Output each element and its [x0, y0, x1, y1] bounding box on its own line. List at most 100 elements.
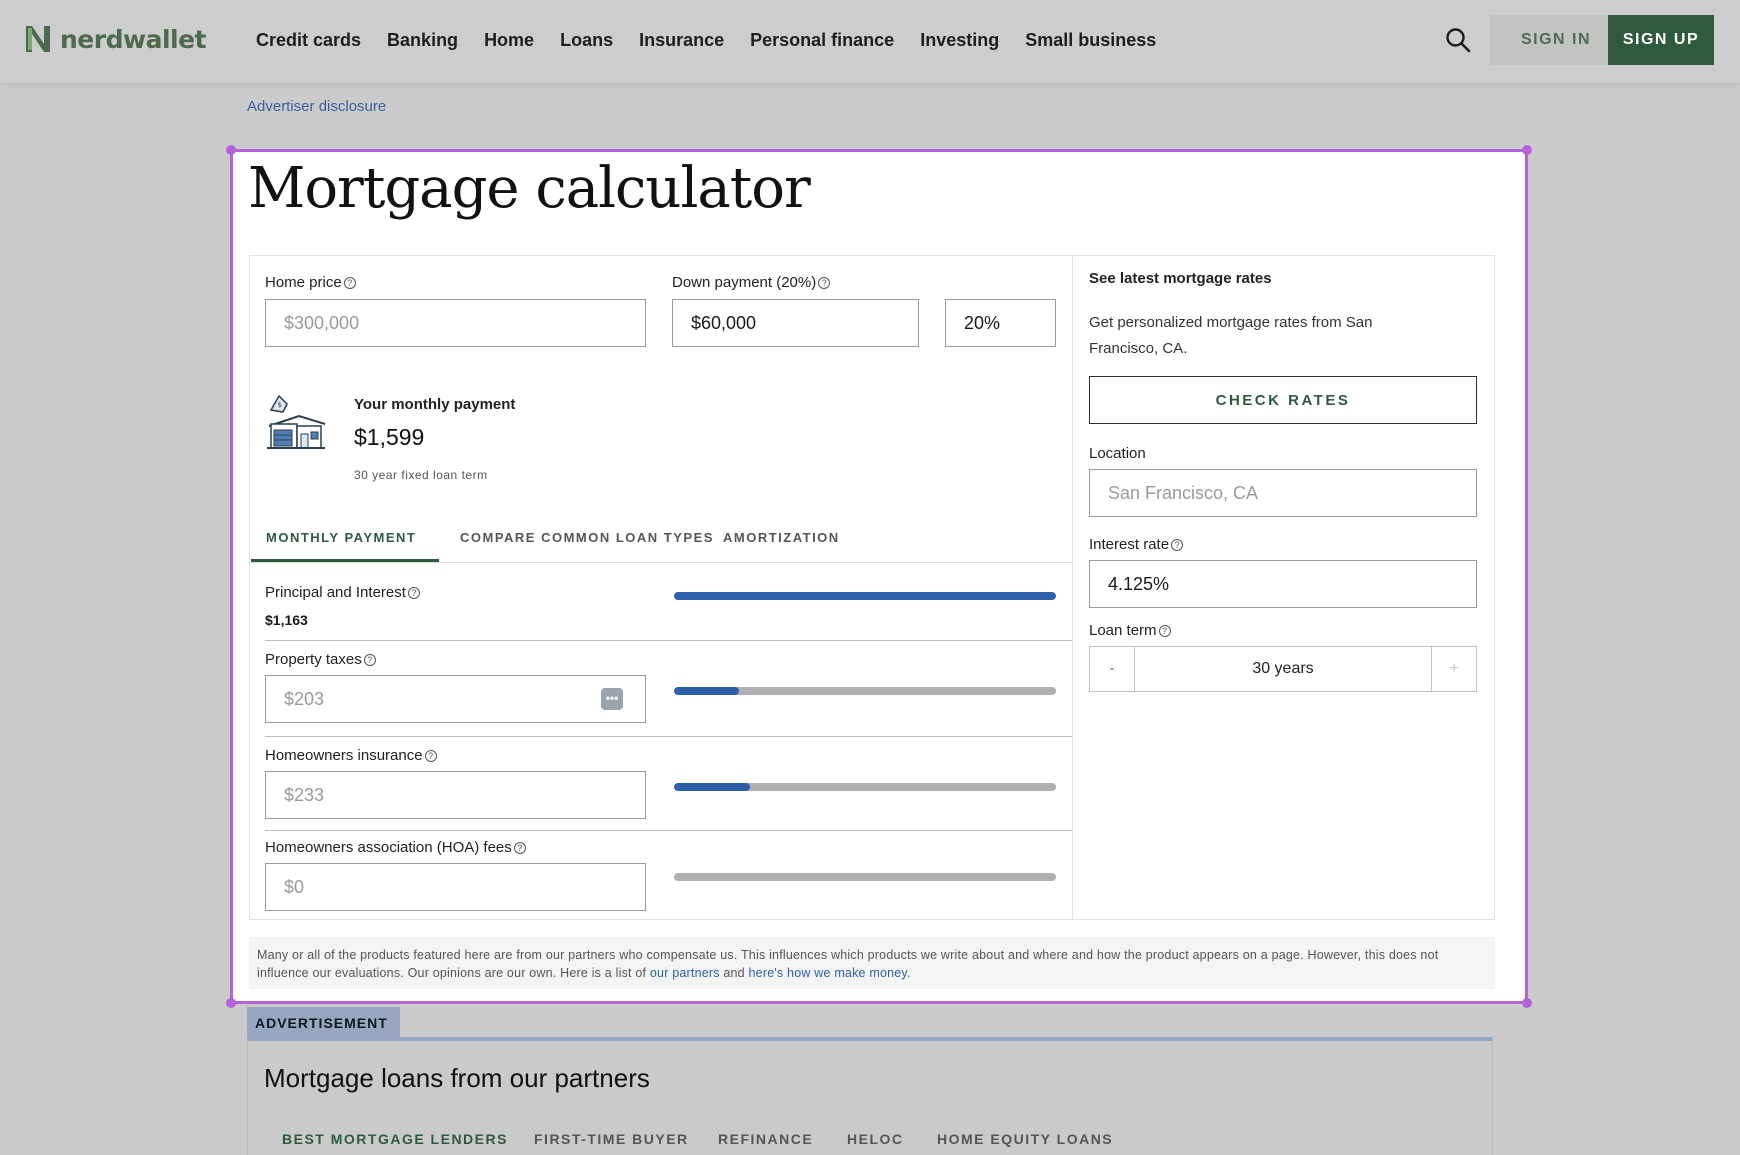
help-icon[interactable]: ?	[513, 842, 526, 854]
help-icon[interactable]: ?	[818, 277, 831, 289]
advertiser-disclosure-link[interactable]: Advertiser disclosure	[247, 98, 386, 115]
search-icon[interactable]	[1444, 26, 1472, 54]
nerdwallet-logo[interactable]: nerdwallet	[24, 24, 207, 54]
check-rates-button[interactable]: CHECK RATES	[1089, 376, 1477, 424]
help-icon[interactable]: ?	[1158, 625, 1171, 637]
principal-interest-value: $1,163	[265, 612, 308, 628]
loan-term-caption: 30 year fixed loan term	[354, 468, 488, 482]
interest-rate-input[interactable]: 4.125%	[1089, 560, 1477, 608]
decrease-term-button[interactable]: -	[1090, 647, 1135, 691]
our-partners-link[interactable]: our partners	[650, 966, 720, 980]
latest-rates-description: Get personalized mortgage rates from San…	[1089, 314, 1373, 357]
partner-disclosure-note: Many or all of the products featured her…	[249, 937, 1495, 989]
latest-rates-title: See latest mortgage rates	[1089, 270, 1272, 287]
mortgage-calculator: Mortgage calculator Home price? $300,000…	[226, 145, 1532, 1008]
nav-loans[interactable]: Loans	[560, 30, 613, 51]
sign-up-button[interactable]: SIGN UP	[1608, 15, 1714, 65]
how-we-make-money-link[interactable]: here's how we make money	[749, 966, 907, 980]
row-divider	[265, 736, 1072, 737]
down-payment-label: Down payment (20%)?	[672, 274, 831, 291]
tab-best-mortgage-lenders[interactable]: BEST MORTGAGE LENDERS	[282, 1131, 508, 1147]
tab-first-time-buyer[interactable]: FIRST-TIME BUYER	[534, 1131, 689, 1147]
property-taxes-label: Property taxes?	[265, 651, 376, 668]
house-icon: $	[267, 394, 326, 449]
column-divider	[1072, 256, 1073, 919]
more-options-icon[interactable]: •••	[601, 688, 623, 710]
active-tab-indicator	[251, 559, 439, 562]
homeowners-insurance-bar-fill	[674, 783, 751, 791]
disclosure-and: and	[723, 966, 745, 980]
tab-home-equity-loans[interactable]: HOME EQUITY LOANS	[937, 1131, 1113, 1147]
down-payment-amount-input[interactable]: $60,000	[672, 299, 919, 347]
sign-in-button[interactable]: SIGN IN	[1490, 15, 1622, 65]
principal-interest-bar	[674, 592, 1056, 600]
selection-handle-top-left[interactable]	[226, 145, 236, 155]
page-title: Mortgage calculator	[248, 156, 811, 221]
help-icon[interactable]: ?	[424, 750, 437, 762]
nav-investing[interactable]: Investing	[920, 30, 999, 51]
down-payment-label-text: Down payment (20%)	[672, 274, 817, 291]
loan-term-label-text: Loan term	[1089, 622, 1157, 639]
tab-compare-loan-types[interactable]: COMPARE COMMON LOAN TYPES	[460, 530, 714, 545]
interest-rate-label: Interest rate?	[1089, 536, 1184, 553]
main-nav: Credit cards Banking Home Loans Insuranc…	[256, 0, 1156, 80]
partner-loans-section: Mortgage loans from our partners BEST MO…	[247, 1037, 1493, 1155]
nav-banking[interactable]: Banking	[387, 30, 458, 51]
monthly-payment-amount: $1,599	[354, 424, 425, 450]
property-taxes-bar-fill	[674, 687, 739, 695]
help-icon[interactable]: ?	[407, 587, 420, 599]
homeowners-insurance-label-text: Homeowners insurance	[265, 747, 423, 764]
principal-interest-bar-fill	[674, 592, 1056, 600]
hoa-fees-bar	[674, 873, 1056, 881]
homeowners-insurance-input[interactable]: $233	[265, 771, 646, 819]
increase-term-button[interactable]: +	[1431, 647, 1476, 691]
property-taxes-placeholder: $203	[284, 688, 325, 709]
home-price-label-text: Home price	[265, 274, 342, 291]
nav-credit-cards[interactable]: Credit cards	[256, 30, 361, 51]
homeowners-insurance-bar	[674, 783, 1056, 791]
nav-home[interactable]: Home	[484, 30, 534, 51]
down-payment-percent-input[interactable]: 20%	[945, 299, 1056, 347]
nav-small-business[interactable]: Small business	[1025, 30, 1156, 51]
interest-rate-label-text: Interest rate	[1089, 536, 1170, 553]
nav-insurance[interactable]: Insurance	[639, 30, 724, 51]
home-price-label: Home price?	[265, 274, 356, 291]
principal-interest-label: Principal and Interest?	[265, 584, 420, 601]
row-divider	[265, 830, 1072, 831]
loan-term-stepper: - 30 years +	[1089, 646, 1477, 692]
hoa-fees-input[interactable]: $0	[265, 863, 646, 911]
svg-text:$: $	[278, 401, 282, 409]
selection-handle-bottom-right[interactable]	[1522, 998, 1532, 1008]
property-taxes-label-text: Property taxes	[265, 651, 362, 668]
location-label: Location	[1089, 445, 1146, 462]
tab-amortization[interactable]: AMORTIZATION	[723, 530, 840, 545]
monthly-payment-title: Your monthly payment	[354, 396, 516, 413]
hoa-fees-label: Homeowners association (HOA) fees?	[265, 839, 526, 856]
advertisement-tag: ADVERTISEMENT	[247, 1007, 400, 1038]
loan-term-value: 30 years	[1252, 660, 1314, 677]
selection-handle-top-right[interactable]	[1522, 145, 1532, 155]
help-icon[interactable]: ?	[363, 654, 376, 666]
help-icon[interactable]: ?	[343, 277, 356, 289]
help-icon[interactable]: ?	[1171, 539, 1184, 551]
top-navigation-bar: nerdwallet Credit cards Banking Home Loa…	[0, 0, 1740, 84]
hoa-fees-label-text: Homeowners association (HOA) fees	[265, 839, 512, 856]
row-divider	[265, 640, 1072, 641]
brand-name: nerdwallet	[60, 24, 207, 54]
tab-monthly-payment[interactable]: MONTHLY PAYMENT	[266, 530, 416, 545]
principal-interest-label-text: Principal and Interest	[265, 584, 406, 601]
selection-handle-bottom-left[interactable]	[226, 998, 236, 1008]
location-input[interactable]: San Francisco, CA	[1089, 469, 1477, 517]
property-taxes-input[interactable]: $203 •••	[265, 675, 646, 723]
calculator-panel: Home price? $300,000 Down payment (20%)?…	[249, 255, 1495, 920]
loan-term-label: Loan term?	[1089, 622, 1171, 639]
home-price-input[interactable]: $300,000	[265, 299, 646, 347]
tab-refinance[interactable]: REFINANCE	[718, 1131, 813, 1147]
tab-heloc[interactable]: HELOC	[847, 1131, 904, 1147]
property-taxes-bar	[674, 687, 1056, 695]
nav-personal-finance[interactable]: Personal finance	[750, 30, 894, 51]
nerdwallet-logo-icon	[26, 26, 50, 52]
disclosure-end: .	[906, 966, 911, 980]
homeowners-insurance-label: Homeowners insurance?	[265, 747, 437, 764]
partner-loans-title: Mortgage loans from our partners	[264, 1063, 650, 1093]
